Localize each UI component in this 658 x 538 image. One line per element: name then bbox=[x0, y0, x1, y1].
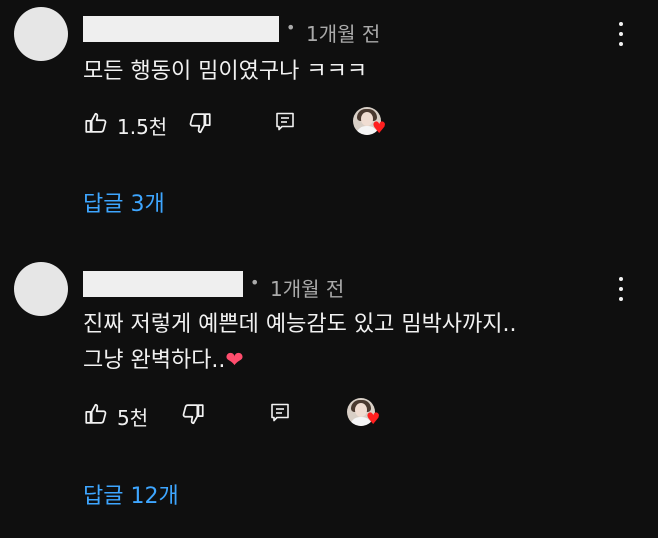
commenter-avatar[interactable] bbox=[14, 7, 68, 61]
comment-text: 진짜 저렇게 예쁜데 예능감도 있고 밈박사까지.. 그냥 완벽하다..❤ bbox=[83, 307, 623, 379]
comment-text-line-2: 그냥 완벽하다..❤ bbox=[83, 343, 623, 379]
comment-timestamp[interactable]: 1개월 전 bbox=[270, 273, 344, 302]
commenter-name-redacted[interactable] bbox=[83, 271, 243, 297]
reply-icon[interactable] bbox=[268, 401, 292, 425]
comment-actions: 5천 ♥ bbox=[83, 398, 483, 431]
meta-separator: • bbox=[250, 273, 260, 292]
meta-separator: • bbox=[286, 18, 296, 37]
more-vert-icon[interactable] bbox=[618, 22, 624, 46]
thumbs-down-icon[interactable] bbox=[180, 401, 206, 427]
creator-heart-icon: ♥ bbox=[366, 409, 381, 428]
view-replies-button[interactable]: 답글 12개 bbox=[83, 478, 179, 510]
commenter-avatar[interactable] bbox=[14, 262, 68, 316]
commenter-name-redacted[interactable] bbox=[83, 16, 279, 42]
thumbs-down-icon[interactable] bbox=[187, 110, 213, 136]
comment-text: 모든 행동이 밈이였구나 ㅋㅋㅋ bbox=[83, 54, 623, 90]
more-vert-icon[interactable] bbox=[618, 277, 624, 301]
like-count: 5천 bbox=[117, 406, 149, 430]
comment-text-line: 진짜 저렇게 예쁜데 예능감도 있고 밈박사까지.. bbox=[83, 312, 517, 337]
view-replies-button[interactable]: 답글 3개 bbox=[83, 186, 165, 218]
comment-text-fragment: 그냥 완벽하다.. bbox=[83, 348, 226, 373]
thumbs-up-icon[interactable] bbox=[83, 401, 109, 427]
heart-emoji-icon: ❤ bbox=[225, 348, 244, 373]
comment-text-line: 모든 행동이 밈이였구나 ㅋㅋㅋ bbox=[83, 59, 368, 84]
reply-icon[interactable] bbox=[273, 110, 297, 134]
comment-actions: 1.5천 ♥ bbox=[83, 107, 483, 140]
like-count: 1.5천 bbox=[117, 115, 168, 139]
comment-timestamp[interactable]: 1개월 전 bbox=[306, 18, 380, 47]
thumbs-up-icon[interactable] bbox=[83, 110, 109, 136]
creator-heart-icon: ♥ bbox=[372, 118, 387, 137]
